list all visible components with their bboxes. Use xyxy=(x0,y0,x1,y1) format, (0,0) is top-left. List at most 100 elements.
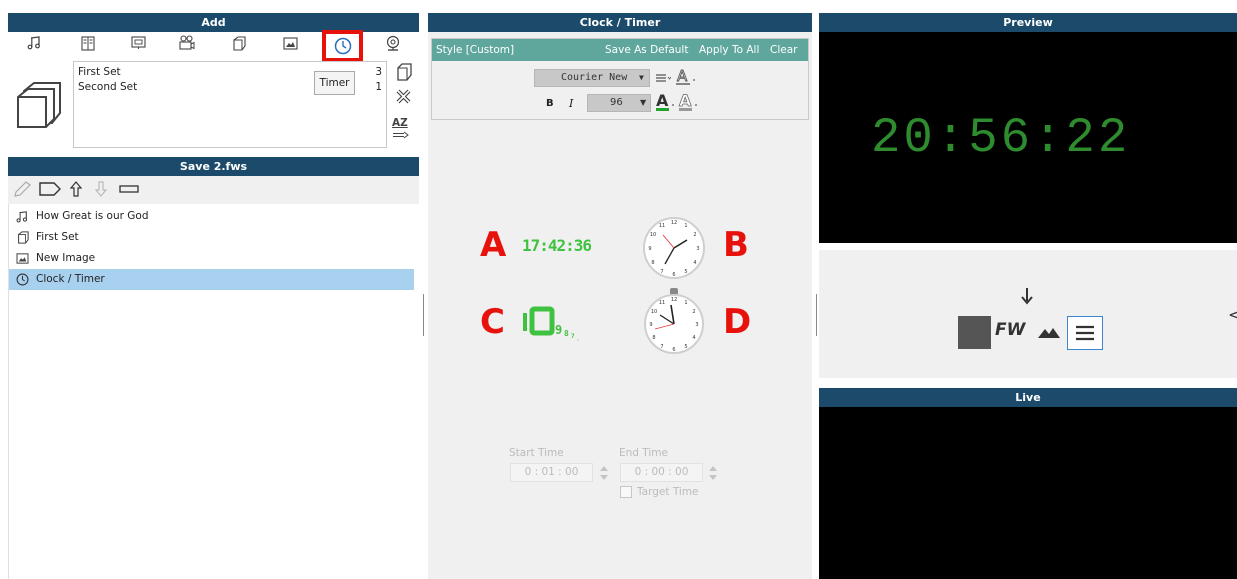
move-down-icon[interactable] xyxy=(94,180,108,198)
pencil-icon[interactable] xyxy=(13,180,33,198)
fw-logo-button[interactable]: FW xyxy=(995,320,1025,340)
image-icon[interactable] xyxy=(282,35,298,51)
tooltip: Timer xyxy=(314,71,355,95)
webcam-icon[interactable] xyxy=(384,34,402,52)
svg-text:4: 4 xyxy=(693,260,696,266)
sort-label: AZ xyxy=(392,117,408,129)
target-time-label: Target Time xyxy=(637,486,699,498)
digital-timer-option[interactable]: 9 8 7 , xyxy=(522,303,612,343)
black-screen-button[interactable] xyxy=(958,316,991,349)
svg-text:7: 7 xyxy=(660,344,663,350)
bold-button[interactable]: B xyxy=(546,98,554,109)
list-item[interactable]: How Great is our God xyxy=(9,206,415,227)
timer-button[interactable] xyxy=(322,30,363,62)
text-mode-button[interactable] xyxy=(1067,316,1103,350)
clock-panel-header: Clock / Timer xyxy=(428,13,812,32)
analog-clock-icon: 12 3 6 9 12 45 78 1011 xyxy=(643,217,705,279)
mark-b: B xyxy=(723,225,749,265)
svg-text:12: 12 xyxy=(671,297,677,303)
save-as-default-button[interactable]: Save As Default xyxy=(605,39,688,61)
svg-text:6: 6 xyxy=(672,347,675,353)
svg-text:8: 8 xyxy=(564,329,569,338)
set-name: Second Set xyxy=(78,81,138,93)
live-panel-header: Live xyxy=(819,388,1237,407)
clock-icon xyxy=(15,273,29,287)
svg-text:11: 11 xyxy=(659,223,665,229)
apply-to-all-button[interactable]: Apply To All xyxy=(699,39,759,61)
svg-text:8: 8 xyxy=(651,260,654,266)
font-select[interactable]: Courier New ▼ xyxy=(534,69,650,87)
text-outline-icon[interactable]: A xyxy=(675,67,697,87)
set-name: First Set xyxy=(78,66,121,78)
target-time-checkbox[interactable] xyxy=(620,486,632,498)
font-name: Courier New xyxy=(561,72,628,83)
end-time-spinner[interactable] xyxy=(707,464,719,481)
splitter-handle[interactable] xyxy=(423,294,424,336)
chevron-down-icon: ▼ xyxy=(640,98,647,107)
clear-button[interactable]: Clear xyxy=(770,39,797,61)
list-item-selected[interactable]: Clock / Timer xyxy=(9,269,414,290)
style-box: Style [Custom] Save As Default Apply To … xyxy=(431,38,809,120)
italic-button[interactable]: I xyxy=(569,97,573,110)
analog-clock-option[interactable]: 12 3 6 9 12 45 7 8 10 11 xyxy=(641,215,707,281)
svg-text:12: 12 xyxy=(671,220,677,226)
svg-text:7: 7 xyxy=(571,333,575,340)
font-size-select[interactable]: 96 ▼ xyxy=(587,94,651,112)
svg-text:9: 9 xyxy=(649,322,652,328)
arrow-down-icon xyxy=(1019,286,1035,306)
item-label: New Image xyxy=(36,252,96,264)
svg-text:A: A xyxy=(656,91,669,110)
label-tag-icon[interactable] xyxy=(38,181,62,197)
svg-text:1: 1 xyxy=(684,300,687,306)
image-icon xyxy=(15,252,29,266)
align-icon[interactable] xyxy=(654,71,672,85)
lines-icon xyxy=(1075,325,1095,341)
splitter-handle[interactable] xyxy=(816,294,817,336)
set-icon[interactable] xyxy=(230,35,247,51)
mark-a: A xyxy=(480,225,507,265)
clock-icon xyxy=(334,37,352,55)
start-time-spinner[interactable] xyxy=(598,464,610,481)
preview-panel-header: Preview xyxy=(819,13,1237,32)
delete-icon[interactable] xyxy=(393,86,413,106)
add-set-icon[interactable] xyxy=(393,62,413,82)
preview-clock: 20:56:22 xyxy=(871,110,1131,166)
svg-text:,: , xyxy=(577,336,579,341)
presentation-icon[interactable] xyxy=(130,35,146,51)
svg-text:3: 3 xyxy=(695,322,698,328)
style-label: Style [Custom] xyxy=(436,44,515,56)
music-note-icon[interactable] xyxy=(26,35,42,51)
sort-az-button[interactable]: AZ xyxy=(391,115,417,141)
text-color-icon[interactable]: A xyxy=(654,91,676,113)
svg-text:7: 7 xyxy=(660,269,663,275)
digital-clock-option[interactable]: 17:42:36 xyxy=(522,236,592,255)
svg-text:8: 8 xyxy=(652,335,655,341)
move-up-icon[interactable] xyxy=(69,180,83,198)
save-panel-header: Save 2.fws xyxy=(8,157,419,176)
end-time-input[interactable]: 0 : 00 : 00 xyxy=(620,463,703,482)
music-note-icon xyxy=(15,210,29,224)
start-time-label: Start Time xyxy=(509,447,564,459)
svg-text:A: A xyxy=(677,67,688,85)
start-time-input[interactable]: 0 : 01 : 00 xyxy=(510,463,593,482)
svg-text:3: 3 xyxy=(696,246,699,252)
item-label: How Great is our God xyxy=(36,210,149,222)
video-camera-icon[interactable] xyxy=(178,34,196,51)
arrow-right-icon xyxy=(391,130,411,139)
stopwatch-option[interactable]: 12 3 6 9 12 45 7 8 10 11 xyxy=(641,286,707,356)
remove-icon[interactable] xyxy=(118,183,140,195)
book-icon[interactable] xyxy=(80,35,96,51)
set-count: 3 xyxy=(375,66,382,78)
set-icon xyxy=(15,231,29,245)
image-mode-icon[interactable] xyxy=(1036,322,1062,342)
list-item[interactable]: New Image xyxy=(9,248,415,269)
svg-text:A: A xyxy=(679,91,692,110)
list-item[interactable]: First Set xyxy=(9,227,415,248)
text-background-icon[interactable]: A xyxy=(677,91,699,113)
svg-text:2: 2 xyxy=(693,232,696,238)
item-label: Clock / Timer xyxy=(36,273,105,285)
collapse-arrow-icon[interactable]: < xyxy=(1228,305,1237,324)
mark-c: C xyxy=(480,302,505,342)
svg-text:9: 9 xyxy=(555,323,562,337)
service-list: How Great is our God First Set New Image… xyxy=(8,204,419,579)
